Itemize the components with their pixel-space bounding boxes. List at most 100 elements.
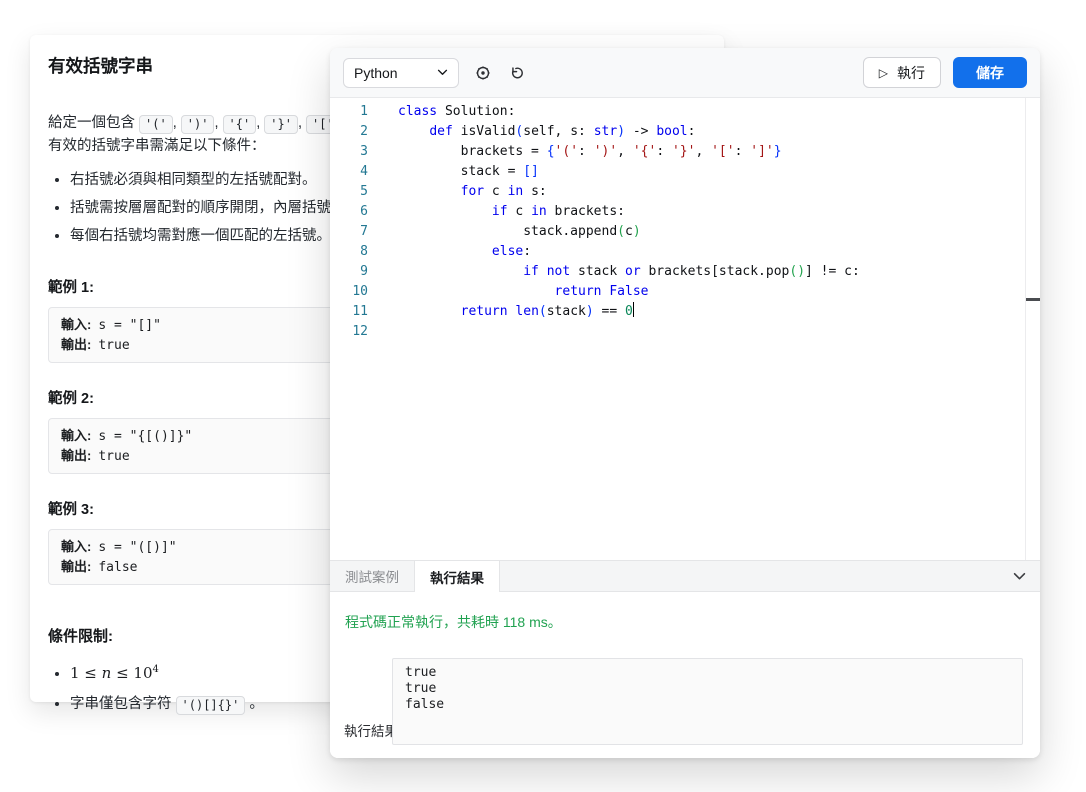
- collapse-panel-button[interactable]: [1013, 572, 1026, 581]
- code-token: {: [547, 144, 555, 159]
- code-token: }: [774, 144, 782, 159]
- output-label: 輸出:: [61, 559, 91, 574]
- tab-list: 測試案例執行結果: [330, 561, 500, 591]
- code-token: :: [656, 144, 672, 159]
- play-icon: ▷: [879, 67, 888, 79]
- code-token: len: [515, 304, 538, 319]
- code-token: ->: [625, 124, 656, 139]
- code-token: or: [625, 264, 641, 279]
- editor-right-divider: [1025, 98, 1026, 560]
- line-number: 1: [330, 102, 368, 122]
- code-token: ] != c:: [805, 264, 860, 279]
- code-token: if: [523, 264, 539, 279]
- input-label: 輸入:: [61, 539, 91, 554]
- code-token: [398, 204, 492, 219]
- run-status-text: 程式碼正常執行，共耗時 118 ms。: [345, 612, 562, 632]
- gear-icon: [474, 64, 492, 82]
- code-token: :: [688, 124, 696, 139]
- code-token: return: [555, 284, 602, 299]
- code-token: '{': [633, 144, 656, 159]
- intro-token-list: '(', ')', '{', '}', '[': [139, 115, 340, 131]
- code-token: ,: [695, 144, 711, 159]
- run-button[interactable]: ▷ 執行: [863, 57, 941, 88]
- code-token: [398, 264, 523, 279]
- code-token: []: [523, 164, 539, 179]
- code-line[interactable]: 12: [330, 322, 1040, 342]
- code-token: brackets =: [398, 144, 547, 159]
- chevron-down-icon: [437, 69, 448, 76]
- undo-button[interactable]: [507, 63, 527, 83]
- code-line[interactable]: 5 for c in s:: [330, 182, 1040, 202]
- output-value: false: [98, 560, 137, 575]
- line-number: 10: [330, 282, 368, 302]
- input-label: 輸入:: [61, 428, 91, 443]
- tab-test-cases[interactable]: 測試案例: [330, 561, 414, 591]
- run-button-label: 執行: [897, 63, 925, 83]
- input-value: s = "([)]": [98, 540, 176, 555]
- code-token: :: [523, 244, 531, 259]
- code-token: [539, 264, 547, 279]
- code-line[interactable]: 1class Solution:: [330, 102, 1040, 122]
- code-token: return: [461, 304, 508, 319]
- scrollbar-thumb[interactable]: [1026, 298, 1040, 301]
- line-number: 3: [330, 142, 368, 162]
- code-token: ): [633, 224, 641, 239]
- code-token: isValid: [453, 124, 516, 139]
- text-cursor: [633, 302, 635, 317]
- code-token: 0: [625, 304, 633, 319]
- intro-prefix: 給定一個包含: [48, 115, 139, 131]
- language-dropdown[interactable]: Python: [343, 58, 459, 88]
- language-dropdown-value: Python: [354, 65, 398, 81]
- code-line[interactable]: 10 return False: [330, 282, 1040, 302]
- code-token: False: [609, 284, 648, 299]
- code-token: ,: [617, 144, 633, 159]
- line-number: 7: [330, 222, 368, 242]
- intro-line2: 有效的括號字串需滿足以下條件：: [48, 138, 266, 154]
- code-editor-panel: Python ▷ 執行 儲存 1class Solution:2 def isV…: [330, 48, 1040, 758]
- code-token: stack: [570, 264, 625, 279]
- code-line[interactable]: 3 brackets = {'(': ')', '{': '}', '[': '…: [330, 142, 1040, 162]
- code-token: '(': [555, 144, 578, 159]
- code-token: stack =: [398, 164, 523, 179]
- tab-run-results[interactable]: 執行結果: [414, 561, 500, 592]
- code-token: ']': [750, 144, 773, 159]
- code-token: '}': [672, 144, 695, 159]
- code-editor[interactable]: 1class Solution:2 def isValid(self, s: s…: [330, 98, 1040, 560]
- code-token: stack.append: [398, 224, 617, 239]
- save-button[interactable]: 儲存: [953, 57, 1027, 88]
- line-number: 2: [330, 122, 368, 142]
- bracket-token-chip: '{': [223, 115, 257, 134]
- code-line[interactable]: 9 if not stack or brackets[stack.pop()] …: [330, 262, 1040, 282]
- output-box: true true false: [392, 658, 1023, 745]
- code-token: if: [492, 204, 508, 219]
- results-tabbar: 測試案例執行結果: [330, 560, 1040, 592]
- code-token: s:: [523, 184, 546, 199]
- charset-chip: '()[]{}': [176, 696, 246, 715]
- code-line[interactable]: 2 def isValid(self, s: str) -> bool:: [330, 122, 1040, 142]
- code-token: [398, 304, 461, 319]
- code-token: def: [429, 124, 452, 139]
- code-line[interactable]: 8 else:: [330, 242, 1040, 262]
- line-number: 9: [330, 262, 368, 282]
- code-token: [398, 184, 461, 199]
- undo-icon: [508, 64, 526, 82]
- code-token: brackets:: [547, 204, 625, 219]
- math-expression: 1 ≤ n ≤ 104: [70, 664, 159, 682]
- code-token: (: [617, 224, 625, 239]
- code-token: in: [531, 204, 547, 219]
- code-token: :: [578, 144, 594, 159]
- code-token: c: [508, 204, 531, 219]
- editor-toolbar: Python ▷ 執行 儲存: [330, 48, 1040, 98]
- run-results-pane: 程式碼正常執行，共耗時 118 ms。 執行結果: true true fals…: [330, 592, 1040, 758]
- code-token: bool: [656, 124, 687, 139]
- code-line[interactable]: 11 return len(stack) == 0: [330, 302, 1040, 322]
- code-line[interactable]: 6 if c in brackets:: [330, 202, 1040, 222]
- input-value: s = "{[()]}": [98, 429, 192, 444]
- code-token: self, s:: [523, 124, 593, 139]
- code-line[interactable]: 7 stack.append(c): [330, 222, 1040, 242]
- bracket-token-chip: '}': [264, 115, 298, 134]
- line-number: 6: [330, 202, 368, 222]
- code-line[interactable]: 4 stack = []: [330, 162, 1040, 182]
- settings-button[interactable]: [473, 63, 493, 83]
- code-token: stack: [547, 304, 586, 319]
